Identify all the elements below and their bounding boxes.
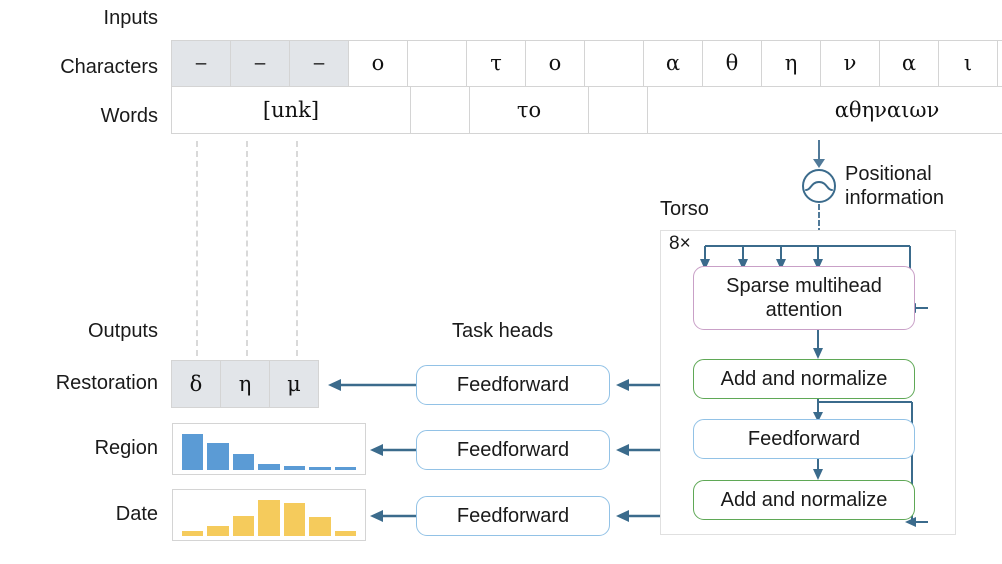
bar [284,503,305,536]
character-cell: α [879,40,939,87]
character-cell: – [230,40,290,87]
sine-wave-circle-icon [801,168,837,204]
date-distribution-chart [172,489,366,541]
bar [182,434,203,470]
title-torso: Torso [660,199,709,219]
task-head-restoration[interactable]: Feedforward [416,365,610,405]
bar [258,500,279,536]
bar [335,467,356,470]
torso-block-add-normalize-1[interactable]: Add and normalize [693,359,915,399]
label-date: Date [0,504,158,524]
label-restoration: Restoration [0,373,158,393]
positional-information-label: Positional information [845,162,944,211]
word-cell [410,86,470,134]
characters-row: –––οτοαθηναιων [172,41,952,87]
label-words: Words [0,106,158,126]
restoration-cell: η [220,360,270,408]
word-cell: [unk] [171,86,411,134]
date-bars [182,494,356,536]
positional-line-1: Positional [845,162,944,186]
dashed-connector-3 [296,141,298,356]
diagram-canvas: Inputs Characters Words Outputs Restorat… [0,0,1002,564]
word-cell: το [469,86,589,134]
task-head-region[interactable]: Feedforward [416,430,610,470]
character-cell: ι [938,40,998,87]
bar [309,517,330,536]
words-row: [unk]τοαθηναιων [172,87,952,134]
dashed-connector-2 [246,141,248,356]
character-cell: α [643,40,703,87]
bar [233,516,254,536]
character-cell: η [761,40,821,87]
positional-line-2: information [845,186,944,210]
task-head-date[interactable]: Feedforward [416,496,610,536]
restoration-cell: μ [269,360,319,408]
character-cell: ν [820,40,880,87]
character-cell [407,40,467,87]
input-table: –––οτοαθηναιων [unk]τοαθηναιων [172,41,952,134]
label-outputs: Outputs [0,321,158,341]
label-inputs: Inputs [0,8,158,28]
bar [207,443,228,470]
arrows-torso-to-heads [612,355,672,535]
character-cell: θ [702,40,762,87]
dashed-connector-1 [196,141,198,356]
bar [182,531,203,536]
torso-block-attention[interactable]: Sparse multihead attention [693,266,915,330]
character-cell: ω [997,40,1002,87]
restoration-cell: δ [171,360,221,408]
character-cell: – [171,40,231,87]
region-bars [182,428,356,470]
label-characters: Characters [0,57,158,77]
torso-block-add-normalize-2[interactable]: Add and normalize [693,480,915,520]
restoration-output-cells: δημ [172,361,319,408]
bar [335,531,356,536]
character-cell: ο [348,40,408,87]
bar [284,466,305,470]
character-cell: τ [466,40,526,87]
torso-block-feedforward[interactable]: Feedforward [693,419,915,459]
bar [309,467,330,470]
title-task-heads: Task heads [452,321,553,341]
region-distribution-chart [172,423,366,475]
character-cell: ο [525,40,585,87]
label-region: Region [0,438,158,458]
word-cell [588,86,648,134]
positional-input-arrowhead [813,159,825,168]
word-cell: αθηναιων [647,86,1002,134]
character-cell [584,40,644,87]
bar [207,526,228,536]
bar [233,454,254,470]
character-cell: – [289,40,349,87]
bar [258,464,279,470]
